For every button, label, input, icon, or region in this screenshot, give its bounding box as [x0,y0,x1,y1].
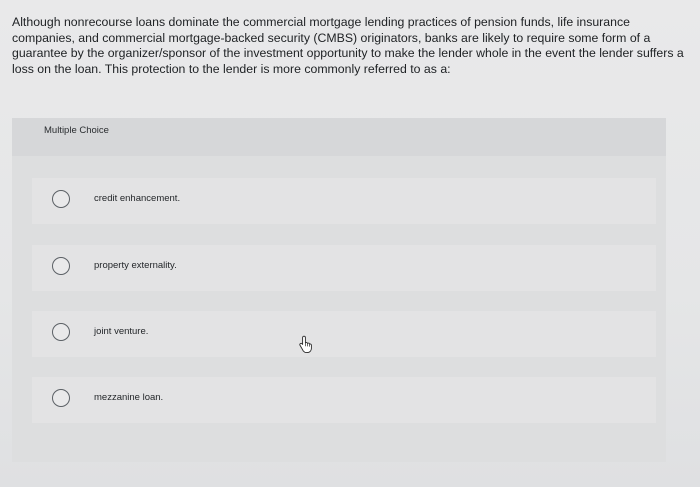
answer-option-4[interactable]: mezzanine loan. [32,377,656,423]
answer-option-label: joint venture. [94,326,149,337]
radio-button-icon[interactable] [52,257,70,275]
question-text: Although nonrecourse loans dominate the … [12,15,684,76]
multiple-choice-panel: Multiple Choice credit enhancement. prop… [12,118,666,462]
quiz-page: Although nonrecourse loans dominate the … [0,0,700,487]
answer-option-2[interactable]: property externality. [32,245,656,291]
multiple-choice-header: Multiple Choice [12,118,666,156]
answer-option-3[interactable]: joint venture. [32,311,656,357]
answer-option-1[interactable]: credit enhancement. [32,178,656,224]
answer-option-label: property externality. [94,260,177,271]
radio-button-icon[interactable] [52,389,70,407]
hand-pointer-cursor-icon [299,335,312,353]
multiple-choice-label: Multiple Choice [44,125,109,136]
radio-button-icon[interactable] [52,323,70,341]
answer-option-label: mezzanine loan. [94,392,164,403]
answer-option-label: credit enhancement. [94,193,181,204]
radio-button-icon[interactable] [52,190,70,208]
